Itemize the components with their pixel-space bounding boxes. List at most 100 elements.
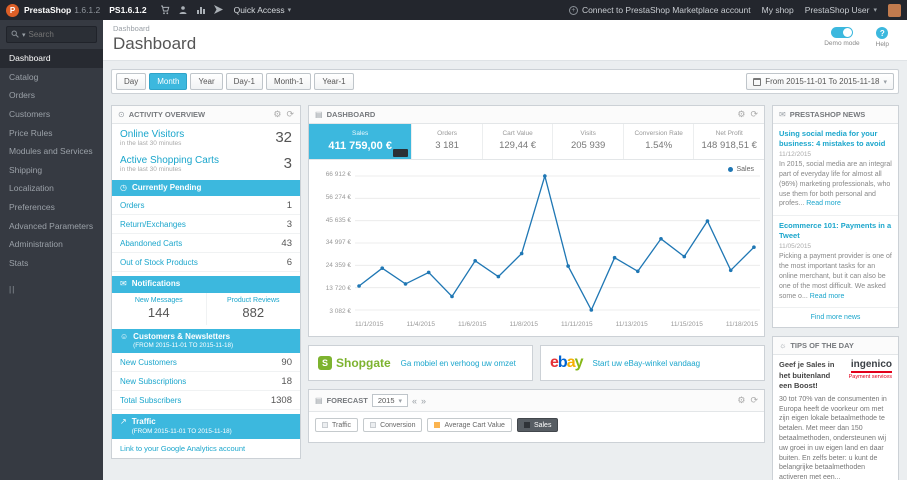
google-analytics-link[interactable]: Link to your Google Analytics account (112, 439, 300, 458)
sidebar-item-preferences[interactable]: Preferences (0, 198, 103, 217)
sidebar-item-orders[interactable]: Orders (0, 86, 103, 105)
out-of-stock-link[interactable]: Out of Stock Products (120, 258, 198, 267)
read-more-link[interactable]: Read more (806, 200, 841, 207)
news-article-title[interactable]: Ecommerce 101: Payments in a Tweet (779, 221, 892, 241)
sidebar-search[interactable]: ▾ (6, 26, 97, 43)
kpi-orders[interactable]: Orders 3 181 (412, 124, 483, 159)
read-more-link[interactable]: Read more (810, 293, 845, 300)
filter-year-1-button[interactable]: Year-1 (314, 73, 354, 90)
traffic-icon: ↗ (120, 417, 127, 427)
new-subscriptions-link[interactable]: New Subscriptions (120, 377, 186, 386)
ingenico-logo[interactable]: ingenico Payment services (849, 360, 892, 390)
my-shop-link[interactable]: My shop (762, 5, 794, 15)
chevron-down-icon: ▾ (398, 397, 403, 405)
search-input[interactable] (28, 30, 92, 39)
chart-x-axis: 11/1/2015 11/4/2015 11/6/2015 11/8/2015 11/1… (309, 318, 764, 336)
news-article-excerpt: Picking a payment provider is one of the… (779, 253, 892, 300)
forecast-toggle-traffic[interactable]: Traffic (315, 418, 359, 432)
kpi-cart-value[interactable]: Cart Value 129,44 € (483, 124, 554, 159)
demo-mode-toggle[interactable]: Demo mode (824, 27, 860, 47)
news-article-title[interactable]: Using social media for your business: 4 … (779, 129, 892, 149)
total-subscribers-link[interactable]: Total Subscribers (120, 396, 181, 405)
page-title: Dashboard (113, 34, 197, 53)
forecast-year-select[interactable]: 2015 ▾ (371, 394, 409, 407)
next-year-icon[interactable]: » (421, 396, 426, 406)
returns-link[interactable]: Return/Exchanges (120, 220, 186, 229)
toggle-on-icon[interactable] (830, 27, 853, 38)
prestashop-logo-icon[interactable]: P (6, 3, 19, 17)
forecast-toggle-conversion[interactable]: Conversion (363, 418, 423, 432)
sidebar-item-modules[interactable]: Modules and Services (0, 142, 103, 161)
help-button[interactable]: ? Help (876, 27, 889, 48)
x-tick: 11/4/2015 (406, 321, 435, 328)
active-carts-link[interactable]: Active Shopping Carts (120, 155, 292, 166)
x-tick: 11/1/2015 (355, 321, 384, 328)
prev-year-icon[interactable]: « (412, 396, 417, 406)
chevron-down-icon: ▾ (873, 7, 877, 14)
ebay-link[interactable]: Start uw eBay-winkel vandaag (593, 359, 701, 368)
filter-month-button[interactable]: Month (149, 73, 188, 90)
collapse-menu-icon[interactable]: || (0, 273, 103, 306)
dashboard-icon: ▤ (315, 110, 323, 119)
activity-icon: ⊙ (118, 110, 125, 119)
gear-icon[interactable]: ⚙ (737, 396, 745, 405)
sidebar-item-dashboard[interactable]: Dashboard (0, 49, 103, 68)
customers-row: Total Subscribers 1308 (112, 391, 300, 411)
gear-icon[interactable]: ⚙ (273, 110, 281, 119)
customers-icon[interactable] (178, 5, 188, 15)
user-menu[interactable]: PrestaShop User ▾ (805, 5, 877, 15)
chart-legend-sales[interactable]: Sales (728, 166, 754, 173)
brand-name: PrestaShop (24, 5, 72, 15)
sidebar-item-localization[interactable]: Localization (0, 179, 103, 198)
date-range-picker[interactable]: From 2015-11-01 To 2015-11-18 ▾ (746, 73, 894, 90)
rocket-icon[interactable] (213, 5, 224, 15)
sales-swatch (523, 422, 530, 428)
search-icon (11, 30, 19, 40)
online-visitors-link[interactable]: Online Visitors (120, 129, 292, 140)
refresh-icon[interactable]: ⟳ (286, 110, 294, 119)
sidebar-item-shipping[interactable]: Shipping (0, 161, 103, 180)
abandoned-carts-link[interactable]: Abandoned Carts (120, 239, 182, 248)
marketplace-link[interactable]: + Connect to PrestaShop Marketplace acco… (568, 5, 751, 15)
filter-day-button[interactable]: Day (116, 73, 147, 90)
sidebar-item-price-rules[interactable]: Price Rules (0, 124, 103, 143)
dashboard-panel-title: DASHBOARD (326, 110, 376, 119)
filter-year-button[interactable]: Year (190, 73, 223, 90)
sidebar-item-administration[interactable]: Administration (0, 235, 103, 254)
sidebar-item-customers[interactable]: Customers (0, 105, 103, 124)
sidebar-item-advanced-parameters[interactable]: Advanced Parameters (0, 217, 103, 236)
product-reviews-cell[interactable]: Product Reviews 882 (205, 292, 301, 325)
topbar: P PrestaShop 1.6.1.2 PS1.6.1.2 Quick Acc… (0, 0, 907, 20)
kpi-conversion-rate[interactable]: Conversion Rate 1.54% (624, 124, 695, 159)
online-visitors-metric: 32 Online Visitors in the last 30 minute… (120, 129, 292, 147)
kpi-net-profit[interactable]: Net Profit 148 918,51 € (694, 124, 764, 159)
new-messages-cell[interactable]: New Messages 144 (112, 293, 206, 325)
find-more-news-link[interactable]: Find more news (773, 308, 898, 327)
legend-dot (728, 167, 734, 172)
sidebar-item-catalog[interactable]: Catalog (0, 68, 103, 87)
forecast-toggle-sales[interactable]: Sales (516, 418, 559, 432)
plus-icon: + (568, 5, 578, 15)
orders-link[interactable]: Orders (120, 201, 144, 210)
kpi-visits[interactable]: Visits 205 939 (553, 124, 624, 159)
forecast-toggle-average-cart-value[interactable]: Average Cart Value (427, 418, 512, 432)
shopgate-link[interactable]: Ga mobiel en verhoog uw omzet (401, 359, 516, 368)
x-tick: 11/6/2015 (458, 321, 487, 328)
news-article-date: 11/12/2015 (779, 151, 812, 159)
new-customers-link[interactable]: New Customers (120, 358, 177, 367)
chevron-down-icon: ▾ (22, 31, 26, 39)
kpi-sales[interactable]: Sales 411 759,00 € (309, 124, 413, 159)
refresh-icon[interactable]: ⟳ (750, 110, 758, 119)
y-tick: 45 635 € (325, 216, 351, 224)
filter-month-1-button[interactable]: Month-1 (265, 73, 312, 90)
refresh-icon[interactable]: ⟳ (750, 396, 758, 405)
sidebar-item-stats[interactable]: Stats (0, 254, 103, 273)
filter-day-1-button[interactable]: Day-1 (225, 73, 263, 90)
cart-icon[interactable] (160, 5, 170, 15)
mail-icon: ✉ (120, 279, 127, 289)
stats-icon[interactable] (196, 5, 206, 15)
breadcrumb: Dashboard (113, 24, 150, 33)
user-avatar[interactable] (888, 3, 901, 17)
gear-icon[interactable]: ⚙ (737, 110, 745, 119)
quick-access-menu[interactable]: Quick Access ▾ (234, 5, 292, 15)
